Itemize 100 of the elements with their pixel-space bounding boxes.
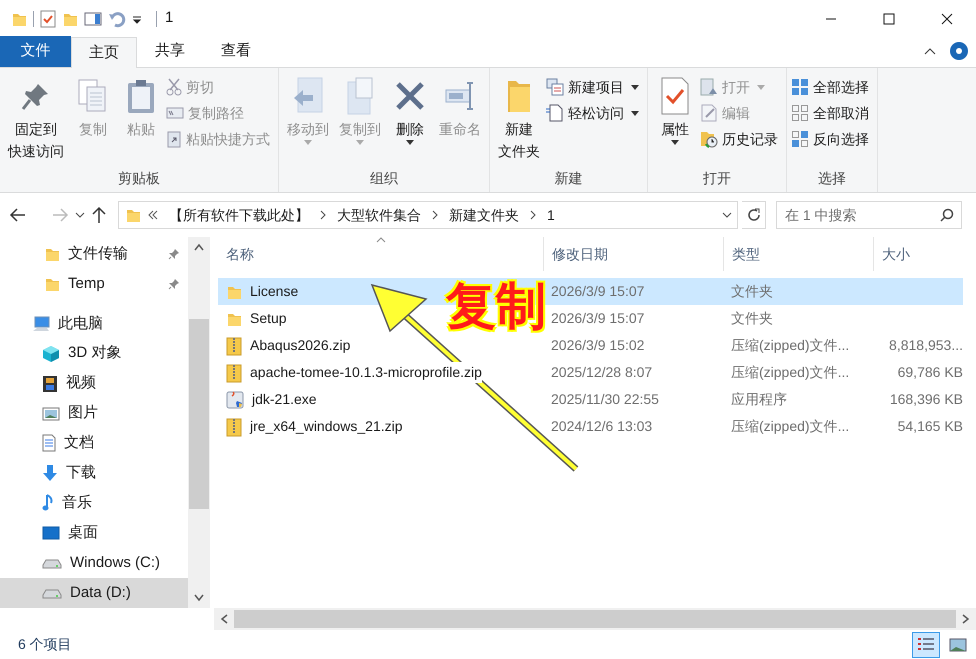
navigation-item[interactable]: 图片: [0, 398, 188, 429]
navigation-item[interactable]: 3D 对象: [0, 338, 188, 369]
search-icon[interactable]: [940, 208, 954, 222]
item-count: 6 个项目: [18, 635, 72, 654]
rename-icon: [444, 80, 476, 112]
caret-icon: [304, 140, 312, 145]
ribbon-button[interactable]: 全部选择: [791, 76, 873, 98]
overflow-icon[interactable]: [147, 210, 159, 220]
monitor-icon: [42, 526, 60, 540]
navigation-item[interactable]: 音乐: [0, 488, 188, 518]
caret-icon: [631, 110, 639, 116]
history-icon: [700, 130, 718, 148]
file-name[interactable]: apache-tomee-10.1.3-microprofile.zip: [250, 362, 482, 383]
checklist-icon[interactable]: [40, 10, 56, 28]
cube-icon: [42, 344, 60, 363]
refresh-icon: [746, 208, 760, 222]
navigation-item[interactable]: Data (D:): [0, 578, 188, 608]
pin-icon: [168, 278, 180, 290]
breadcrumb[interactable]: 大型软件集合: [333, 204, 425, 226]
window-title: 1: [165, 8, 174, 28]
ribbon-button[interactable]: 新建项目: [546, 76, 643, 98]
navigation-item[interactable]: Windows (C:): [0, 548, 188, 578]
delete-icon: [394, 80, 426, 112]
picture-icon: [42, 406, 60, 421]
caret-icon: [757, 84, 765, 90]
navigation-item[interactable]: 文档: [0, 428, 188, 458]
panes-icon[interactable]: [84, 10, 102, 26]
ribbon-button[interactable]: 新建 文件夹: [494, 74, 544, 162]
maximize-icon: [883, 12, 895, 24]
scroll-right-icon[interactable]: [962, 614, 970, 624]
ribbon-button[interactable]: 删除: [387, 74, 433, 145]
navigation-item[interactable]: 文件传输: [0, 239, 188, 269]
dropdown-icon[interactable]: [132, 14, 142, 24]
ribbon-tab[interactable]: 文件: [0, 36, 71, 67]
navigation-item[interactable]: 下载: [0, 458, 188, 488]
navigation-item[interactable]: 视频: [0, 368, 188, 399]
chevron-icon[interactable]: [431, 210, 439, 220]
navigation-item[interactable]: Temp: [0, 268, 188, 299]
ribbon-button[interactable]: 全部取消: [791, 102, 873, 124]
navigation-item[interactable]: 桌面: [0, 518, 188, 548]
music-note-icon: [42, 494, 54, 512]
up-icon[interactable]: [90, 205, 108, 225]
pin-icon: [168, 248, 180, 260]
group-label: 选择: [817, 169, 847, 188]
ribbon-tab[interactable]: 共享: [137, 36, 203, 67]
zipper-folder-icon: [226, 416, 242, 436]
group-label: 组织: [369, 169, 399, 188]
navigation-item[interactable]: 此电脑: [0, 308, 188, 339]
chevron-icon[interactable]: [529, 210, 537, 220]
ribbon-tab[interactable]: 查看: [203, 36, 269, 67]
collapse-ribbon-icon[interactable]: [924, 47, 936, 55]
close-icon: [941, 12, 953, 24]
table-cell: 压缩(zipped)文件...: [731, 362, 850, 383]
ribbon-button[interactable]: 轻松访问: [546, 102, 643, 124]
new-item-icon: [546, 78, 564, 96]
shortcut-icon: [166, 130, 182, 148]
zipper-folder-icon: [226, 336, 242, 356]
horizontal-scrollbar[interactable]: [214, 608, 976, 630]
breadcrumb[interactable]: 1: [543, 204, 559, 226]
column-header[interactable]: 名称: [226, 244, 254, 264]
breadcrumb[interactable]: 【所有软件下载此处】: [165, 204, 313, 226]
clipboard-icon: [126, 78, 156, 114]
scroll-left-icon[interactable]: [220, 614, 228, 624]
view-button[interactable]: [912, 632, 940, 658]
scroll-down-icon[interactable]: [194, 594, 204, 602]
path-icon: [166, 106, 184, 120]
column-header[interactable]: 大小: [882, 244, 910, 264]
edit-icon: [700, 104, 718, 122]
breadcrumb[interactable]: 新建文件夹: [445, 204, 523, 226]
details-view-icon: [917, 636, 935, 652]
group-label: 新建: [554, 169, 584, 188]
column-header[interactable]: 修改日期: [552, 244, 608, 264]
address-bar[interactable]: 【所有软件下载此处】 大型软件集合 新建文件夹 1: [118, 201, 738, 229]
scrollbar[interactable]: [188, 237, 210, 608]
annotation-label: 复制: [446, 281, 546, 331]
properties-icon: [660, 76, 690, 116]
column-header[interactable]: 类型: [732, 244, 760, 264]
installer-icon: [226, 390, 244, 408]
help-icon[interactable]: [950, 42, 968, 60]
undo-icon[interactable]: [108, 10, 126, 28]
invert-selection-icon: [791, 130, 809, 148]
document-icon: [546, 104, 564, 122]
caret-icon: [671, 140, 679, 145]
chevron-icon[interactable]: [319, 210, 327, 220]
folder-icon: [125, 207, 141, 223]
zipper-folder-icon: [226, 362, 242, 382]
ribbon-tab[interactable]: 主页: [71, 37, 137, 68]
scroll-up-icon[interactable]: [194, 243, 204, 251]
open-icon: [700, 78, 718, 96]
ribbon-button[interactable]: 属性: [652, 74, 698, 145]
refresh-button[interactable]: [742, 201, 766, 229]
scissors-icon: [166, 78, 182, 96]
ribbon-button[interactable]: 历史记录: [700, 128, 782, 150]
caret-icon: [631, 84, 639, 90]
search-field[interactable]: 在 1 中搜索: [776, 201, 962, 229]
caret-icon: [406, 140, 414, 145]
ribbon-button[interactable]: 固定到 快速访问: [4, 74, 68, 162]
ribbon-button[interactable]: 反向选择: [791, 128, 873, 150]
down-arrow-icon: [42, 464, 58, 482]
document-icon: [42, 434, 56, 452]
